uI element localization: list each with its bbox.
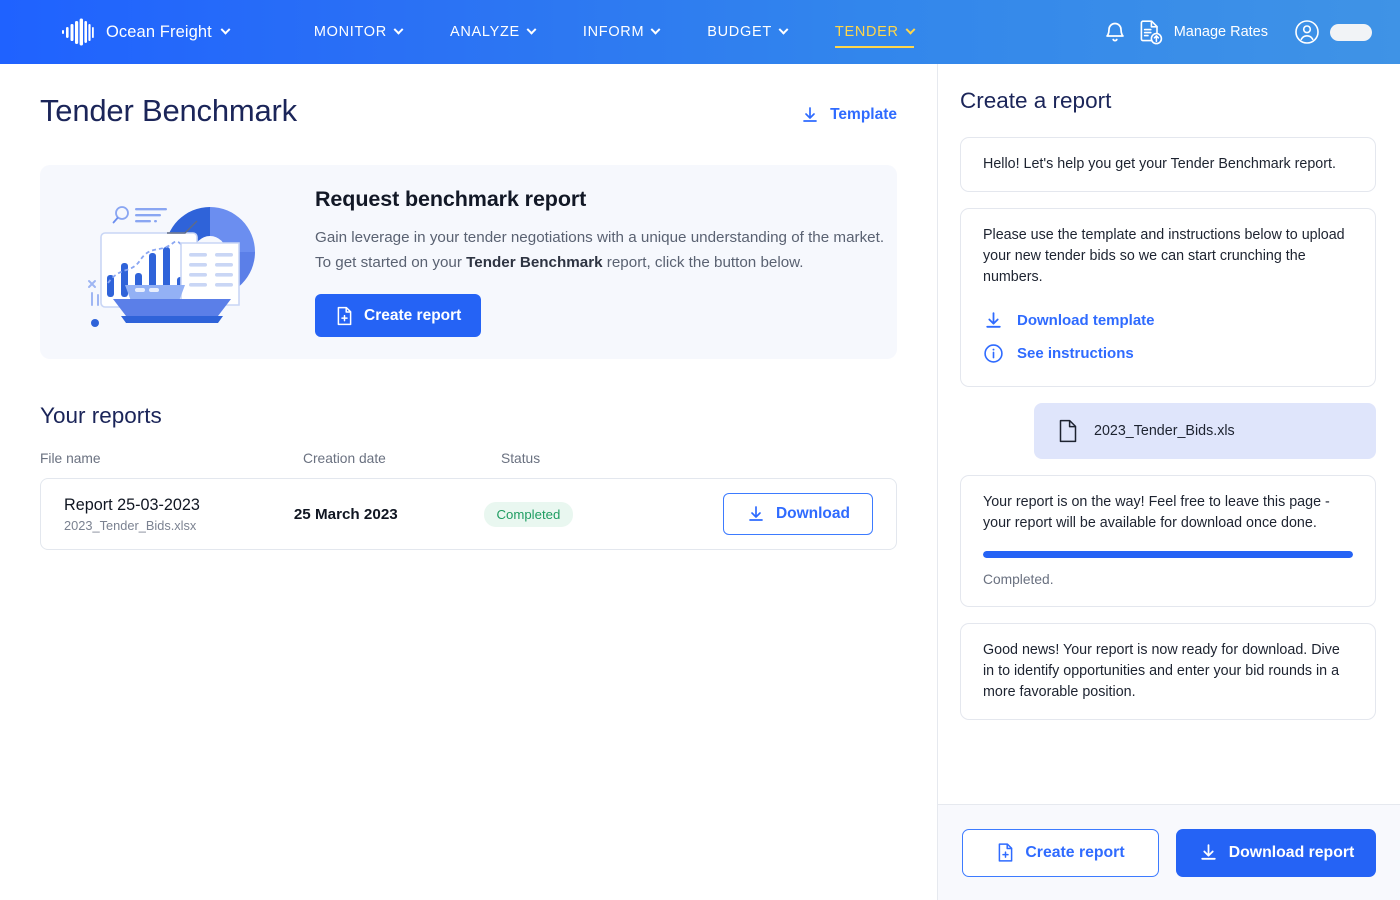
create-report-panel: Create a report Hello! Let's help you ge… xyxy=(937,64,1400,900)
download-template-label: Download template xyxy=(1017,312,1155,329)
banner-description: Gain leverage in your tender negotiation… xyxy=(315,225,884,275)
chevron-down-icon xyxy=(905,24,916,35)
main-menu: MONITOR ANALYZE INFORM BUDGET TENDER xyxy=(314,0,938,64)
banner-line-2-pre: To get started on your xyxy=(315,254,467,271)
active-tab-underline xyxy=(834,46,914,48)
nav-item-label: MONITOR xyxy=(313,24,387,40)
footer-download-report-label: Download report xyxy=(1228,843,1355,861)
nav-item-inform[interactable]: INFORM xyxy=(559,0,683,64)
nav-item-tender[interactable]: TENDER xyxy=(811,0,938,64)
file-icon xyxy=(1058,419,1078,443)
banner-title: Request benchmark report xyxy=(315,187,587,211)
download-icon xyxy=(1198,842,1219,863)
see-instructions-link[interactable]: See instructions xyxy=(983,337,1353,370)
download-row-label: Download xyxy=(775,505,850,522)
nav-item-label: ANALYZE xyxy=(449,24,520,40)
chat-bubble-greeting: Hello! Let's help you get your Tender Be… xyxy=(960,137,1376,192)
report-source-file: 2023_Tender_Bids.xlsx xyxy=(64,517,197,533)
progress-status-label: Completed. xyxy=(983,572,1054,587)
user-circle-icon xyxy=(1294,19,1320,45)
create-report-label: Create report xyxy=(364,306,462,324)
document-plus-icon xyxy=(335,306,354,326)
download-template-link[interactable]: Download template xyxy=(983,304,1353,337)
chevron-down-icon xyxy=(778,24,789,35)
download-icon xyxy=(983,310,1004,331)
report-progress-bar xyxy=(983,551,1353,558)
report-ready-text: Good news! Your report is now ready for … xyxy=(983,642,1340,700)
create-report-button[interactable]: Create report xyxy=(315,294,482,337)
banner-line-1: Gain leverage in your tender negotiation… xyxy=(315,229,885,246)
nav-item-analyze[interactable]: ANALYZE xyxy=(426,0,559,64)
panel-footer: Create report Download report xyxy=(938,804,1400,900)
main-content: Tender Benchmark Template Request benchm… xyxy=(0,64,937,900)
column-header-status: Status xyxy=(501,451,541,466)
column-header-creation-date: Creation date xyxy=(303,451,386,466)
nav-item-budget[interactable]: BUDGET xyxy=(683,0,811,64)
brand-logo-group[interactable]: Ocean Freight xyxy=(62,18,231,46)
cell-actions: Download xyxy=(722,493,873,535)
greeting-text: Hello! Let's help you get your Tender Be… xyxy=(983,156,1336,172)
document-plus-icon xyxy=(996,842,1015,863)
chevron-down-icon xyxy=(220,24,231,35)
uploaded-file-name: 2023_Tender_Bids.xls xyxy=(1094,423,1235,439)
manage-rates-button[interactable]: Manage Rates xyxy=(1138,19,1268,46)
notifications-button[interactable] xyxy=(1092,9,1138,55)
bell-icon xyxy=(1103,20,1127,45)
reports-table-header: File name Creation date Status xyxy=(40,451,897,466)
nav-right-group: Manage Rates xyxy=(1092,9,1372,55)
uploaded-file-chip[interactable]: 2023_Tender_Bids.xls xyxy=(1034,403,1376,459)
brand-name-label: Ocean Freight xyxy=(106,22,212,41)
download-icon xyxy=(746,504,766,524)
cell-file-name: Report 25-03-2023 2023_Tender_Bids.xlsx xyxy=(64,496,294,533)
chat-bubble-instructions: Please use the template and instructions… xyxy=(960,208,1376,387)
nav-item-monitor[interactable]: MONITOR xyxy=(314,0,426,64)
chat-bubble-ready: Good news! Your report is now ready for … xyxy=(960,623,1376,720)
cell-creation-date: 25 March 2023 xyxy=(293,505,398,523)
report-progress-fill xyxy=(983,551,1353,558)
panel-title: Create a report xyxy=(960,88,1112,113)
nav-item-label: TENDER xyxy=(834,24,899,40)
chevron-down-icon xyxy=(526,24,537,35)
nav-item-label: BUDGET xyxy=(707,24,772,40)
cell-status: Completed xyxy=(483,501,723,527)
request-benchmark-banner: Request benchmark report Gain leverage i… xyxy=(40,165,897,359)
info-circle-icon xyxy=(983,343,1004,364)
page-body: Tender Benchmark Template Request benchm… xyxy=(0,64,1400,900)
report-name: Report 25-03-2023 xyxy=(64,495,200,514)
account-name-placeholder xyxy=(1330,23,1372,41)
see-instructions-label: See instructions xyxy=(1017,345,1134,362)
account-menu[interactable] xyxy=(1294,19,1372,45)
table-row[interactable]: Report 25-03-2023 2023_Tender_Bids.xlsx … xyxy=(40,478,897,550)
column-header-file-name: File name xyxy=(40,451,101,466)
footer-create-report-button[interactable]: Create report xyxy=(962,828,1159,877)
manage-rates-label: Manage Rates xyxy=(1173,24,1268,40)
document-upload-icon xyxy=(1138,19,1164,46)
page-title: Tender Benchmark xyxy=(40,93,297,128)
template-download-link[interactable]: Template xyxy=(800,105,897,129)
status-badge: Completed xyxy=(483,501,574,527)
footer-download-report-button[interactable]: Download report xyxy=(1176,828,1376,877)
chat-message-list[interactable]: Create a report Hello! Let's help you ge… xyxy=(938,64,1400,804)
nav-item-label: INFORM xyxy=(582,24,645,40)
banner-text-block: Request benchmark report Gain leverage i… xyxy=(315,187,884,337)
on-the-way-text: Your report is on the way! Feel free to … xyxy=(983,494,1330,531)
template-link-label: Template xyxy=(830,106,897,123)
chevron-down-icon xyxy=(393,24,404,35)
banner-line-2-post: report, click the button below. xyxy=(602,254,804,271)
chevron-down-icon xyxy=(650,24,661,35)
banner-line-2-bold: Tender Benchmark xyxy=(466,254,603,271)
page-header: Tender Benchmark Template xyxy=(0,64,937,129)
footer-create-report-label: Create report xyxy=(1025,843,1125,861)
download-icon xyxy=(800,105,820,125)
benchmark-illustration xyxy=(75,187,275,337)
soundwave-bars-logo-icon xyxy=(62,18,96,46)
download-report-row-button[interactable]: Download xyxy=(722,493,873,535)
column-header-actions xyxy=(751,451,897,466)
chat-bubble-progress: Your report is on the way! Feel free to … xyxy=(960,475,1376,607)
top-navigation-bar: Ocean Freight MONITOR ANALYZE INFORM BUD… xyxy=(0,0,1400,64)
instructions-text: Please use the template and instructions… xyxy=(983,227,1345,285)
your-reports-title: Your reports xyxy=(40,403,162,428)
